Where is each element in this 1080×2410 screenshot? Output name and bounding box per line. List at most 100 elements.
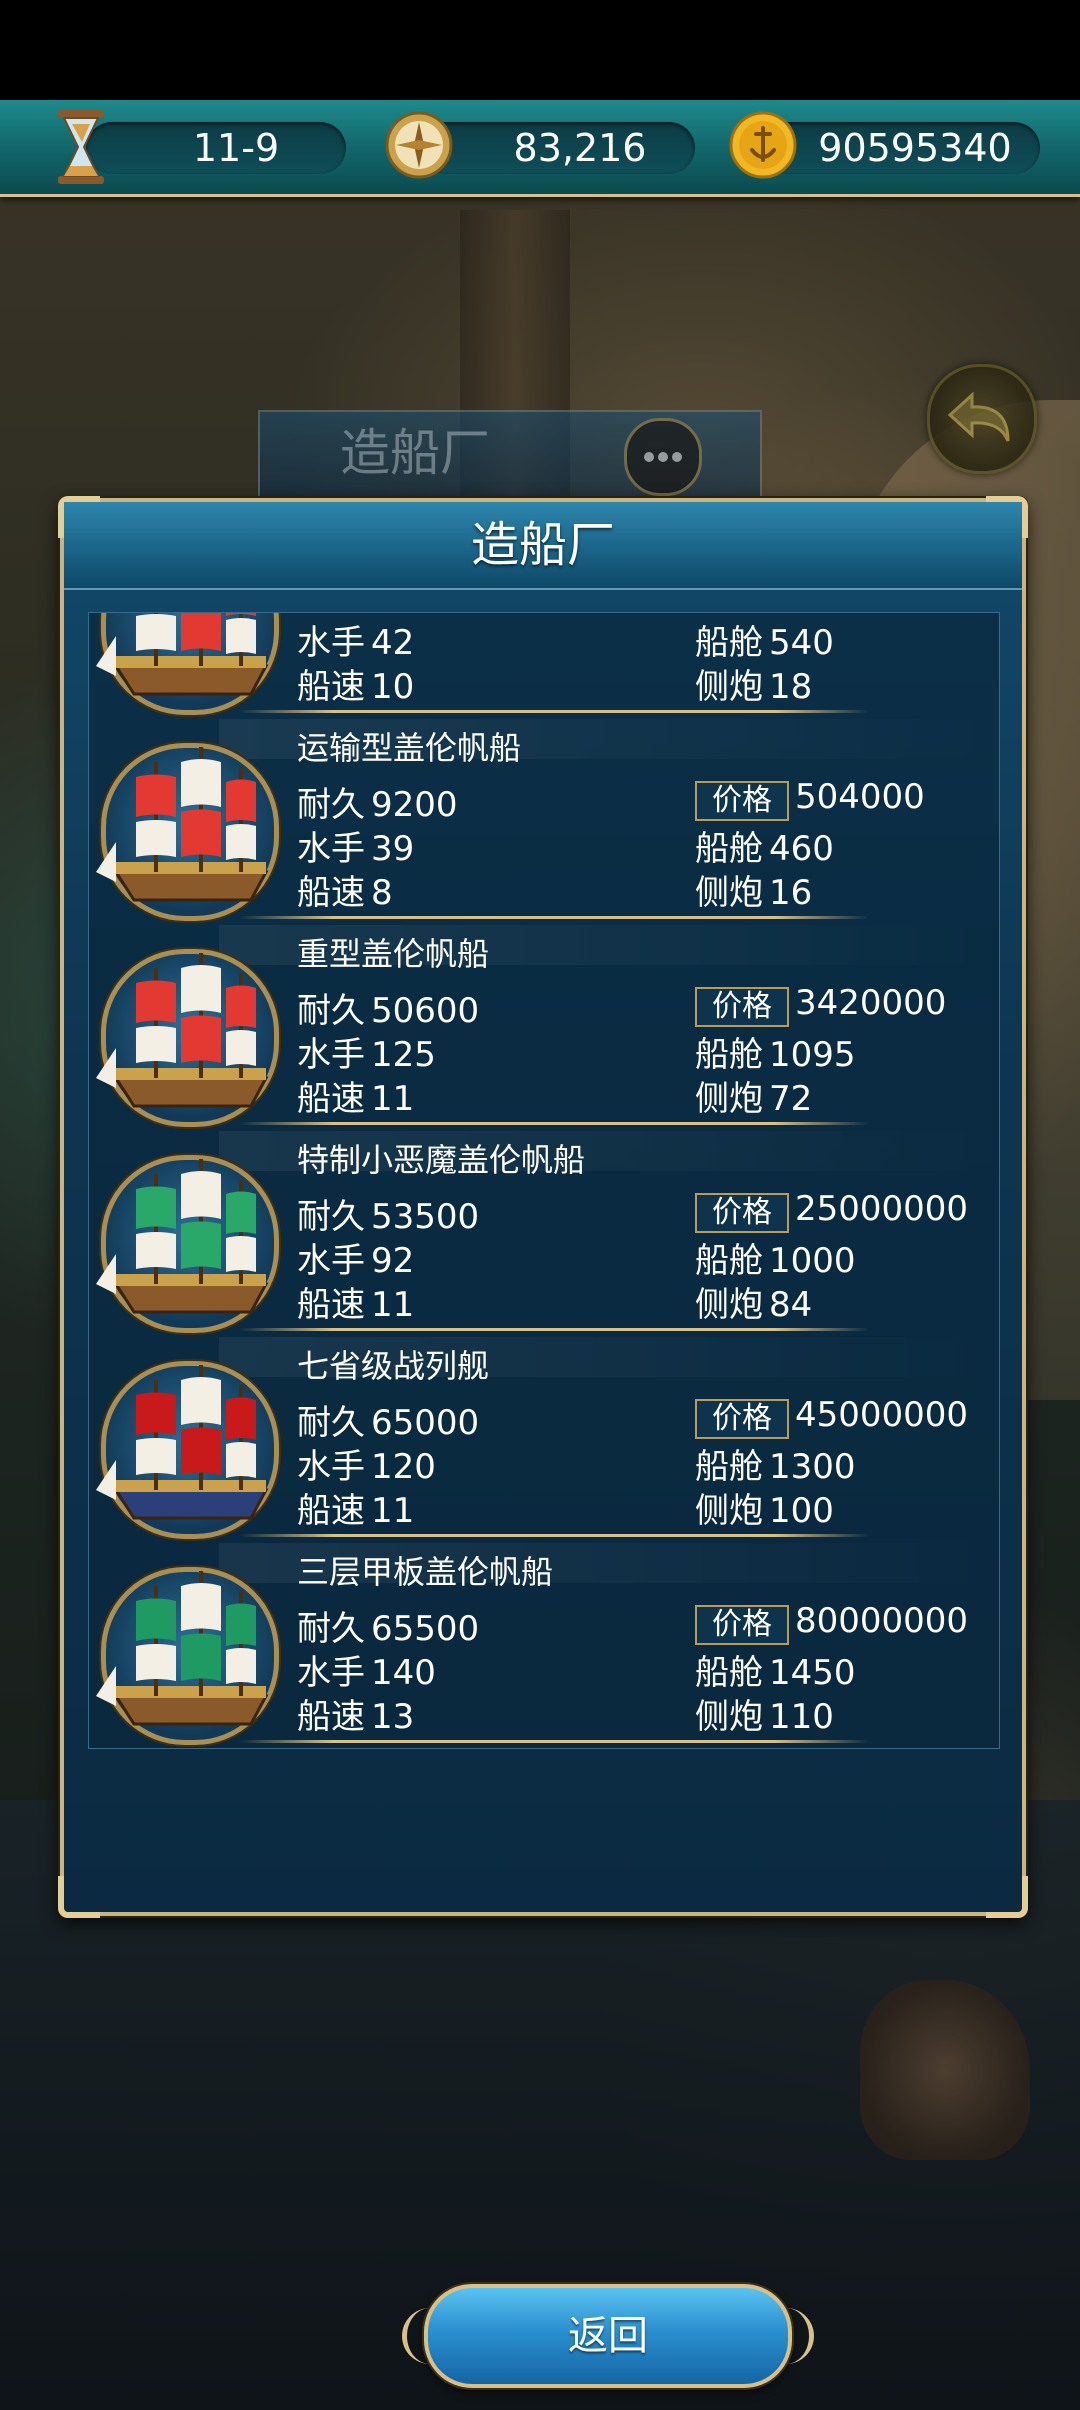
speed-value: 11 xyxy=(371,1079,415,1119)
durability-label: 耐久 xyxy=(297,785,365,825)
ship-speed: 船速 10 xyxy=(297,659,414,708)
speed-label: 船速 xyxy=(297,1491,365,1531)
durability-value: 65000 xyxy=(371,1403,480,1443)
price-value: 504000 xyxy=(795,777,925,817)
ship-name: 三层甲板盖伦帆船 xyxy=(297,1553,554,1591)
ship-speed: 船速 11 xyxy=(297,1071,414,1120)
cannons-label: 侧炮 xyxy=(695,1079,763,1119)
ship-sailors: 水手 120 xyxy=(297,1439,436,1488)
sailors-value: 92 xyxy=(371,1241,415,1281)
ship-cannons: 侧炮 16 xyxy=(695,865,812,914)
ship-cabin: 船舱 540 xyxy=(695,615,834,664)
sailors-label: 水手 xyxy=(297,1035,365,1075)
sailors-label: 水手 xyxy=(297,1653,365,1693)
speed-label: 船速 xyxy=(297,667,365,707)
speed-value: 11 xyxy=(371,1491,415,1531)
price-value: 25000000 xyxy=(795,1189,969,1229)
ship-durability: 耐久 50600 xyxy=(297,983,479,1032)
ship-row[interactable]: 运输型盖伦帆船 耐久 9200 价格 504000 水手 39 船舱 460 船速 8 侧炮 16 xyxy=(89,719,999,925)
background-banner-title: 造船厂 xyxy=(340,424,490,482)
speed-value: 8 xyxy=(371,873,393,913)
ship-sailors: 水手 39 xyxy=(297,821,414,870)
ship-cannons: 侧炮 72 xyxy=(695,1071,812,1120)
ship-speed: 船速 13 xyxy=(297,1689,414,1738)
row-divider xyxy=(239,710,869,713)
background-horse xyxy=(860,1980,1030,2160)
frame-corner xyxy=(986,1876,1028,1918)
ship-name: 七省级战列舰 xyxy=(297,1347,490,1385)
back-button[interactable] xyxy=(927,364,1037,474)
sailors-value: 140 xyxy=(371,1653,436,1693)
chat-bubble-icon[interactable] xyxy=(624,418,702,496)
ship-row[interactable]: 三层甲板盖伦帆船 耐久 65500 价格 80000000 水手 140 船舱 1450 船速 13… xyxy=(89,1543,999,1748)
cabin-value: 460 xyxy=(769,829,834,869)
resource-bar: 11-9 83,216 90595340 xyxy=(0,100,1080,197)
durability-value: 50600 xyxy=(371,991,480,1031)
durability-label: 耐久 xyxy=(297,1197,365,1237)
ship-speed: 船速 11 xyxy=(297,1277,414,1326)
ship-portrait xyxy=(96,1567,279,1745)
speed-label: 船速 xyxy=(297,873,365,913)
speed-label: 船速 xyxy=(297,1285,365,1325)
sailors-value: 125 xyxy=(371,1035,436,1075)
cannons-value: 18 xyxy=(769,667,813,707)
ship-portrait xyxy=(96,1361,279,1539)
cabin-value: 1000 xyxy=(769,1241,856,1281)
cabin-label: 船舱 xyxy=(695,829,763,869)
sailors-label: 水手 xyxy=(297,829,365,869)
shipyard-dialog: 造船厂 耐久价格水手42船舱540船速10侧炮18运输型盖伦帆船耐久9200价格… xyxy=(58,496,1028,2388)
ship-row[interactable]: 特制小恶魔盖伦帆船 耐久 53500 价格 25000000 水手 92 船舱 1000 船速 11… xyxy=(89,1131,999,1337)
ship-name: 运输型盖伦帆船 xyxy=(297,729,522,767)
cannons-label: 侧炮 xyxy=(695,1697,763,1737)
ship-name: 特制小恶魔盖伦帆船 xyxy=(297,1141,586,1179)
cabin-label: 船舱 xyxy=(695,1035,763,1075)
return-arrow-icon xyxy=(947,391,1010,442)
ship-cabin: 船舱 1095 xyxy=(695,1027,856,1076)
hourglass-icon xyxy=(54,108,108,190)
sailors-value: 42 xyxy=(371,623,415,663)
resource-gold-value: 90595340 xyxy=(818,126,1012,170)
resource-time: 11-9 xyxy=(86,122,346,174)
cannons-value: 84 xyxy=(769,1285,813,1325)
durability-value: 53500 xyxy=(371,1197,480,1237)
sailors-label: 水手 xyxy=(297,623,365,663)
frame-corner xyxy=(58,1876,100,1918)
sailors-label: 水手 xyxy=(297,1447,365,1487)
cannons-value: 100 xyxy=(769,1491,834,1531)
ship-row[interactable]: 七省级战列舰 耐久 65000 价格 45000000 水手 120 船舱 1300 船速 11 侧炮… xyxy=(89,1337,999,1543)
ship-row[interactable]: 重型盖伦帆船 耐久 50600 价格 3420000 水手 125 船舱 1095 船速 11 侧炮 7… xyxy=(89,925,999,1131)
ship-name: 重型盖伦帆船 xyxy=(297,935,490,973)
ship-sailors: 水手 125 xyxy=(297,1027,436,1076)
ship-row[interactable]: 耐久价格水手42船舱540船速10侧炮18 xyxy=(89,613,999,719)
resource-time-value: 11-9 xyxy=(192,126,280,170)
dialog-title: 造船厂 xyxy=(470,517,615,573)
ship-cannons: 侧炮 110 xyxy=(695,1689,834,1738)
ship-durability: 耐久 9200 xyxy=(297,777,458,826)
row-divider xyxy=(239,1740,869,1743)
ship-list[interactable]: 耐久价格水手42船舱540船速10侧炮18运输型盖伦帆船耐久9200价格5040… xyxy=(88,612,1000,1749)
ship-portrait xyxy=(96,1155,279,1333)
ship-portrait xyxy=(96,613,279,715)
price-label: 价格 xyxy=(695,1193,789,1233)
return-button-label: 返回 xyxy=(568,2313,648,2359)
price-value: 3420000 xyxy=(795,983,947,1023)
speed-value: 11 xyxy=(371,1285,415,1325)
return-button[interactable]: 返回 xyxy=(402,2284,814,2388)
cannons-label: 侧炮 xyxy=(695,1491,763,1531)
cabin-value: 540 xyxy=(769,623,834,663)
resource-compass-value: 83,216 xyxy=(513,126,647,170)
durability-label: 耐久 xyxy=(297,991,365,1031)
price-label: 价格 xyxy=(695,1399,789,1439)
ship-portrait xyxy=(96,743,279,921)
price-label: 价格 xyxy=(695,987,789,1027)
durability-value: 65500 xyxy=(371,1609,480,1649)
row-divider xyxy=(239,1534,869,1537)
speed-label: 船速 xyxy=(297,1697,365,1737)
speed-value: 10 xyxy=(371,667,415,707)
compass-icon xyxy=(384,110,454,184)
ship-sailors: 水手 92 xyxy=(297,1233,414,1282)
price-value: 45000000 xyxy=(795,1395,969,1435)
cannons-value: 110 xyxy=(769,1697,834,1737)
cannons-label: 侧炮 xyxy=(695,1285,763,1325)
row-divider xyxy=(239,1328,869,1331)
